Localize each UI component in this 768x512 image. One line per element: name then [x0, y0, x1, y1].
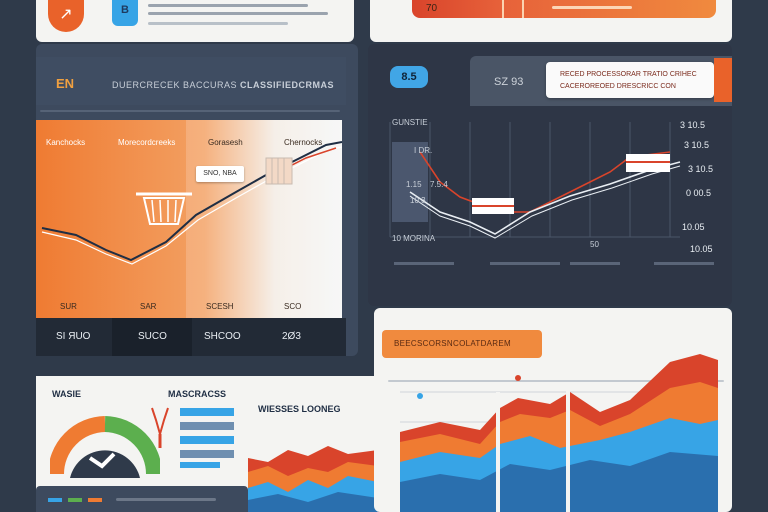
y-label-3: 3 10.5 [688, 164, 714, 174]
stream-area-chart [400, 354, 718, 512]
header-text-line [148, 12, 328, 15]
footer-swatch [68, 498, 82, 502]
stream-header-text: BEECSCORSNCOLATDAREM [394, 339, 511, 348]
list-bar [180, 436, 234, 444]
callout-text-1: RECED PROCESSORAR TRATIO CRIHEC [560, 71, 697, 78]
y-label-6: 10.05 [690, 244, 713, 254]
chart-tooltip: SNO, NBA [196, 166, 244, 182]
left-area-chart [36, 120, 342, 322]
bar-tick [502, 0, 504, 18]
right-mid-label: 50 [590, 240, 599, 249]
left-panel-tag[interactable]: EN [40, 66, 96, 102]
inner-axis-label-4: SCO [284, 302, 302, 311]
callout-accent [714, 58, 732, 102]
header-text-line [148, 22, 288, 25]
gauge-chart [50, 416, 160, 478]
y-label-5: 10.05 [682, 222, 705, 232]
legend-item-2: 7.5.4 [430, 180, 448, 189]
y-label-2: 3 10.5 [684, 140, 710, 150]
inner-axis-label-3: SCESH [206, 302, 234, 311]
left-chart-area [36, 120, 342, 322]
right-tab-label: SZ 93 [494, 76, 524, 88]
footer-swatch [88, 498, 102, 502]
top-bar-value: 70 [426, 3, 438, 14]
footer-text-line [116, 498, 216, 501]
callout-text-2: CACEROREOED DRESCRICC CON [560, 83, 676, 90]
inner-axis-label-1: SUR [60, 302, 77, 311]
axis-label-1: SI ЯUO [56, 331, 91, 342]
bar-tick [522, 0, 524, 18]
legend-item-1: 1.15 [406, 180, 422, 189]
left-col-label-3: Gorasesh [208, 138, 243, 147]
y-label-1: 3 10.5 [680, 120, 706, 130]
top-progress-bar: 70 [412, 0, 716, 18]
app-switch-icon[interactable]: B [112, 0, 138, 26]
left-axis-bar: SI ЯUO SUCO SHCOO 2Ø3 [36, 318, 346, 356]
list-bar [180, 422, 234, 430]
y-label-4: 0 00.5 [686, 188, 712, 198]
left-col-label-2: Morecordcreeks [118, 138, 176, 147]
axis-label-2: SUCO [138, 331, 167, 342]
stat-list [180, 404, 234, 470]
axis-label-3: SHCOO [204, 331, 241, 342]
right-value-pill[interactable]: 8.5 [390, 66, 428, 88]
header-divider [40, 110, 340, 112]
app-icon-letter: B [121, 4, 129, 16]
inner-axis-label-2: SAR [140, 302, 157, 311]
right-small-label-3: 10 MORINA [392, 234, 436, 243]
mini-area-title: WIESSES LOONEG [258, 404, 341, 414]
list-title: MASCRACSS [168, 389, 227, 399]
axis-label-4: 2Ø3 [282, 331, 301, 342]
thermometer-icon [151, 407, 169, 448]
list-bar [180, 450, 234, 458]
legend-item-3: 10:3 [410, 196, 426, 205]
list-bar [180, 408, 234, 416]
mini-area-chart [248, 446, 378, 512]
bottom-left-footer [36, 486, 248, 512]
right-small-label-2: I DR. [414, 146, 433, 155]
left-col-label-1: Kanchocks [46, 138, 86, 147]
list-bar [180, 462, 220, 468]
footer-swatch [48, 498, 62, 502]
header-text-line [148, 4, 308, 7]
info-callout [546, 62, 714, 98]
gauge-title: WASIE [52, 389, 82, 399]
left-panel-title-2: CLASSIFIEDCRMAS [240, 80, 335, 90]
left-panel-title-1: DUERCRECEK BACCURAS [112, 80, 238, 90]
bar-text-line [552, 6, 632, 9]
left-col-label-4: Chernocks [284, 138, 323, 147]
right-small-label-1: GUNSTIE [392, 118, 428, 127]
logo-glyph: ↗ [59, 6, 73, 23]
right-line-chart [389, 122, 714, 265]
